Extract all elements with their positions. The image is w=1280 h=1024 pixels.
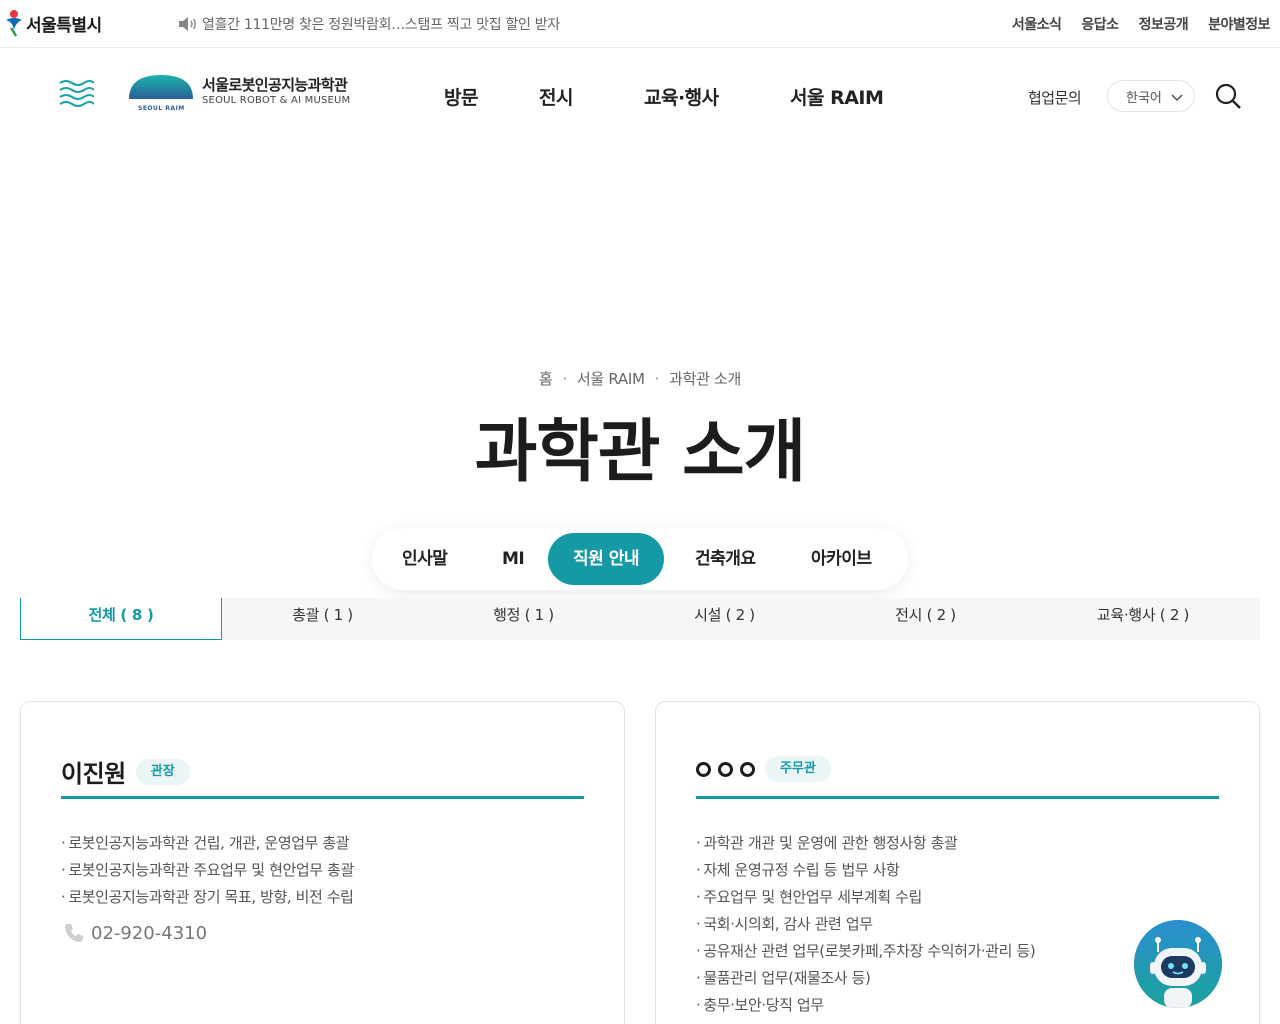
speaker-icon	[179, 17, 196, 31]
seoul-logo-text: 서울특별시	[26, 15, 102, 36]
chevron-down-icon	[1171, 94, 1183, 102]
util-link-info-disclosure[interactable]: 정보공개	[1139, 14, 1189, 34]
tab-mi[interactable]: MI	[502, 528, 525, 590]
card-divider	[61, 796, 584, 799]
phone-icon	[65, 924, 83, 942]
news-ticker[interactable]: 열흘간 111만명 찾은 정원박람회…스탬프 찍고 맛집 할인 받자	[178, 14, 560, 34]
category-administration[interactable]: 행정 ( 1 )	[423, 598, 624, 640]
staff-role-badge: 관장	[135, 758, 190, 785]
util-link-seoul-news[interactable]: 서울소식	[1012, 14, 1062, 34]
sub-tab-bar: 인사말 MI 직원 안내 건축개요 아카이브	[372, 528, 908, 590]
duty-item: 공유재산 관련 업무(로봇카페,주차장 수익허가·관리 등)	[696, 938, 1035, 965]
seoul-city-logo[interactable]: 서울특별시	[2, 8, 102, 38]
duty-item: 물품관리 업무(재물조사 등)	[696, 965, 1035, 992]
staff-category-filter: 전체 ( 8 ) 총괄 ( 1 ) 행정 ( 1 ) 시설 ( 2 ) 전시 (…	[20, 598, 1260, 640]
category-exhibition[interactable]: 전시 ( 2 )	[825, 598, 1026, 640]
tab-staff-guide[interactable]: 직원 안내	[548, 533, 664, 585]
language-value: 한국어	[1126, 90, 1162, 106]
duty-list: 로봇인공지능과학관 건립, 개관, 운영업무 총괄 로봇인공지능과학관 주요업무…	[61, 830, 354, 911]
breadcrumb-seoul-raim[interactable]: 서울 RAIM	[577, 370, 645, 388]
utility-links: 서울소식 응답소 정보공개 분야별정보	[1012, 14, 1271, 34]
staff-card: 이진원 관장 로봇인공지능과학관 건립, 개관, 운영업무 총괄 로봇인공지능과…	[20, 701, 625, 1024]
nav-visit[interactable]: 방문	[444, 83, 478, 110]
duty-item: 자체 운영규정 수립 등 법무 사항	[696, 857, 1035, 884]
top-utility-bar: 서울특별시 열흘간 111만명 찾은 정원박람회…스탬프 찍고 맛집 할인 받자…	[0, 0, 1280, 48]
breadcrumb-current: 과학관 소개	[669, 370, 742, 388]
tab-architecture[interactable]: 건축개요	[695, 528, 756, 590]
breadcrumb: 홈 · 서울 RAIM · 과학관 소개	[538, 370, 742, 388]
category-all[interactable]: 전체 ( 8 )	[20, 598, 222, 640]
nav-education-events[interactable]: 교육·행사	[644, 83, 719, 110]
chatbot-button[interactable]	[1134, 920, 1222, 1008]
card-divider	[696, 796, 1219, 799]
tab-greeting[interactable]: 인사말	[402, 528, 448, 590]
util-link-eungdapso[interactable]: 응답소	[1081, 14, 1119, 34]
robot-chatbot-icon	[1134, 920, 1222, 1008]
category-education-events[interactable]: 교육·행사 ( 2 )	[1026, 598, 1260, 640]
duty-item: 충무·보안·당직 업무	[696, 992, 1035, 1019]
staff-phone-number: 02-920-4310	[91, 922, 208, 944]
duty-item: 과학관 개관 및 운영에 관한 행정사항 총괄	[696, 830, 1035, 857]
nav-seoul-raim[interactable]: 서울 RAIM	[790, 83, 884, 110]
seoul-symbol-icon	[6, 10, 22, 37]
util-link-field-info[interactable]: 분야별정보	[1208, 14, 1270, 34]
language-select[interactable]: 한국어	[1107, 80, 1195, 112]
duty-item: 국회·시의회, 감사 관련 업무	[696, 911, 1035, 938]
category-facilities[interactable]: 시설 ( 2 )	[624, 598, 825, 640]
search-icon[interactable]	[1214, 82, 1242, 110]
staff-phone: 02-920-4310	[63, 922, 207, 944]
duty-item: 주요업무 및 현안업무 세부계획 수립	[696, 884, 1035, 911]
staff-name: 이진원	[61, 760, 126, 788]
breadcrumb-home[interactable]: 홈	[539, 370, 553, 388]
staff-role-badge: 주무관	[765, 756, 831, 782]
duty-item: 로봇인공지능과학관 주요업무 및 현안업무 총괄	[61, 857, 354, 884]
page-title: 과학관 소개	[474, 413, 806, 492]
collaboration-inquiry-link[interactable]: 협업문의	[1028, 87, 1082, 108]
global-nav: 방문 전시 교육·행사 서울 RAIM	[0, 83, 1280, 110]
category-general[interactable]: 총괄 ( 1 )	[222, 598, 423, 640]
tab-archive[interactable]: 아카이브	[811, 528, 872, 590]
main-header: SEOUL RAIM 서울로봇인공지능과학관 SEOUL ROBOT & AI …	[0, 49, 1280, 141]
duty-item: 로봇인공지능과학관 장기 목표, 방향, 비전 수립	[61, 884, 354, 911]
staff-name-masked	[696, 754, 755, 784]
nav-exhibition[interactable]: 전시	[539, 83, 573, 110]
duty-item: 로봇인공지능과학관 건립, 개관, 운영업무 총괄	[61, 830, 354, 857]
duty-list: 과학관 개관 및 운영에 관한 행정사항 총괄 자체 운영규정 수립 등 법무 …	[696, 830, 1035, 1019]
news-ticker-text: 열흘간 111만명 찾은 정원박람회…스탬프 찍고 맛집 할인 받자	[202, 17, 560, 33]
